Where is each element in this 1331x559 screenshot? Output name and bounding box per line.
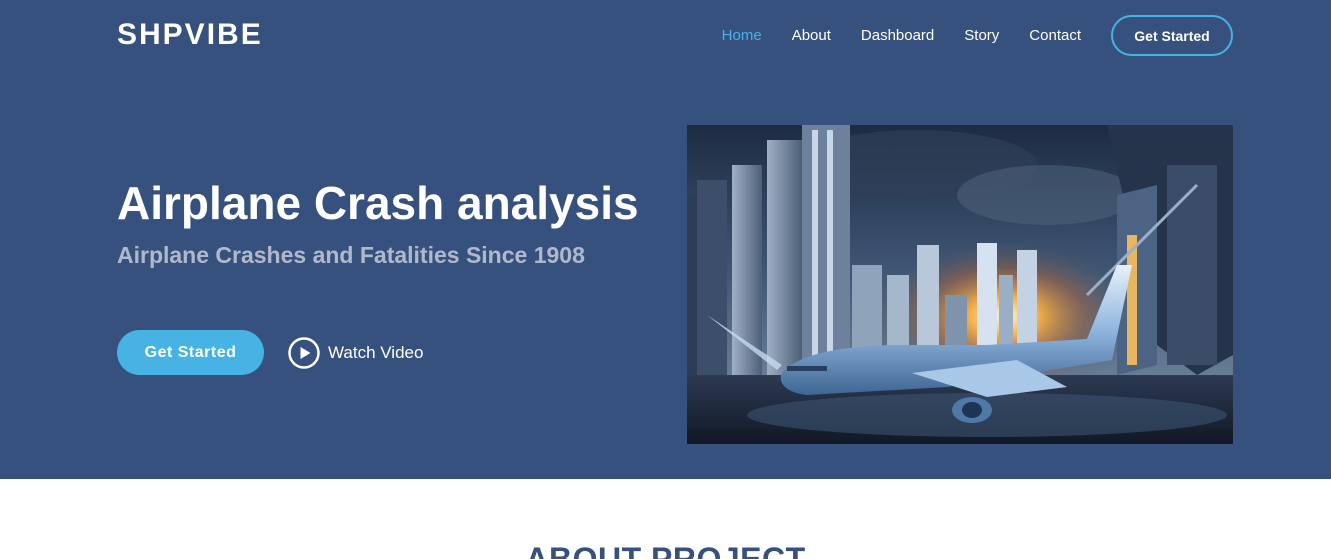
- nav-dashboard[interactable]: Dashboard: [861, 26, 934, 46]
- nav-home[interactable]: Home: [722, 26, 762, 46]
- main-nav: Home About Dashboard Story Contact Get S…: [722, 15, 1233, 56]
- nav-get-started-button[interactable]: Get Started: [1111, 15, 1233, 56]
- airplane-crash-cityscape-image: [687, 125, 1233, 444]
- play-circle-icon: [288, 336, 320, 369]
- nav-story[interactable]: Story: [964, 26, 999, 46]
- hero-subtitle: Airplane Crashes and Fatalities Since 19…: [117, 242, 585, 268]
- watch-video-label: Watch Video: [328, 342, 424, 362]
- hero-title: Airplane Crash analysis: [117, 177, 639, 229]
- hero-image: [687, 125, 1233, 444]
- about-section-title: ABOUT PROJECT: [525, 541, 806, 559]
- hero-get-started-button[interactable]: Get Started: [117, 330, 264, 375]
- nav-contact[interactable]: Contact: [1029, 26, 1081, 46]
- watch-video-button[interactable]: Watch Video: [288, 336, 423, 369]
- hero-section: SHPVIBE Home About Dashboard Story Conta…: [0, 0, 1331, 479]
- nav-about[interactable]: About: [792, 26, 831, 46]
- site-logo[interactable]: SHPVIBE: [117, 18, 263, 52]
